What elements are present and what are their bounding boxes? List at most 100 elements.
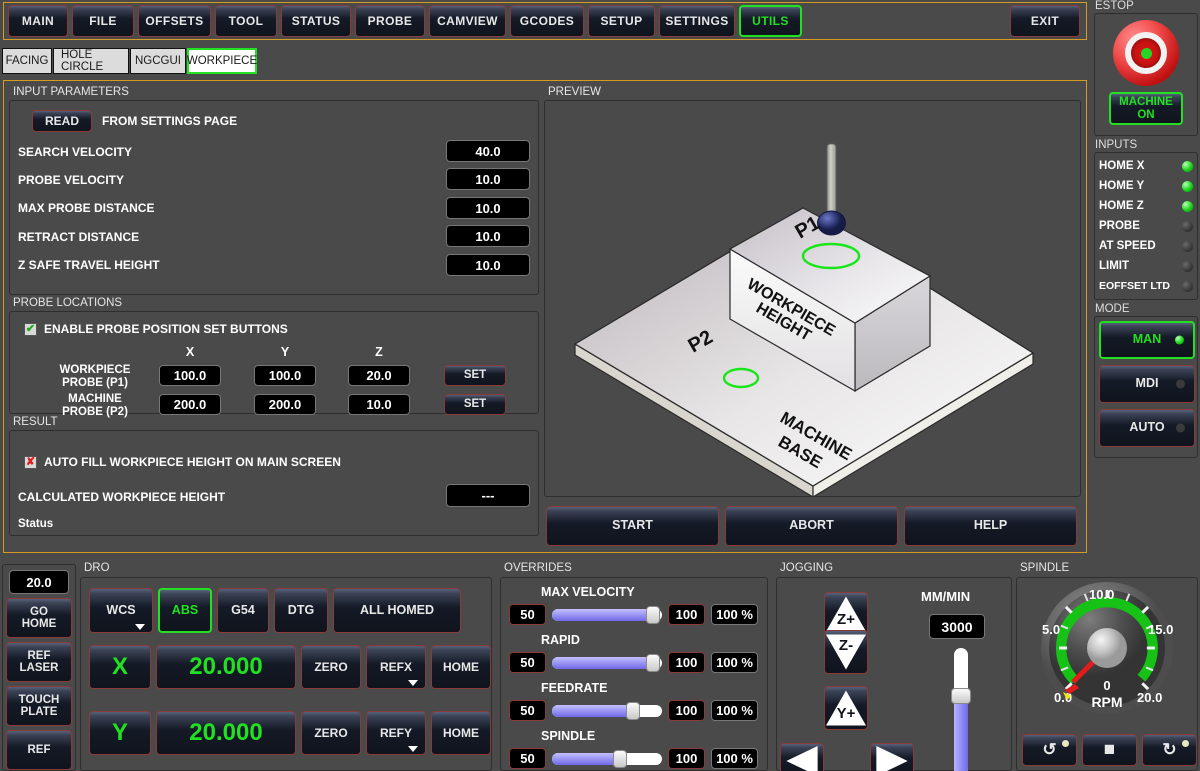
spindle-slider[interactable] bbox=[552, 753, 662, 765]
go-home-button[interactable]: GOHOME bbox=[6, 598, 72, 638]
axis-y-value[interactable]: 20.000 bbox=[156, 711, 296, 755]
nav-tab-label: STATUS bbox=[292, 15, 341, 28]
enable-probe-set-checkbox[interactable]: ✔ bbox=[24, 323, 37, 336]
feedrate-max-field[interactable]: 100 bbox=[668, 700, 705, 721]
nav-tab-status[interactable]: STATUS bbox=[281, 5, 351, 37]
subtab-workpiece[interactable]: WORKPIECE bbox=[187, 48, 257, 74]
feedrate-min-field[interactable]: 50 bbox=[509, 700, 546, 721]
feedrate-slider[interactable] bbox=[552, 705, 662, 717]
axis-x-ref-button[interactable]: REFX bbox=[366, 645, 426, 689]
p2-y-field[interactable]: 200.0 bbox=[254, 394, 316, 415]
p2-x-field[interactable]: 200.0 bbox=[159, 394, 221, 415]
spindle-min-field[interactable]: 50 bbox=[509, 748, 546, 769]
rapid-min-field[interactable]: 50 bbox=[509, 652, 546, 673]
mode-button-auto[interactable]: AUTO bbox=[1099, 409, 1195, 447]
nav-tab-camview[interactable]: CAMVIEW bbox=[429, 5, 506, 37]
jog-rate-slider[interactable] bbox=[954, 648, 968, 771]
jog-x-minus-button[interactable] bbox=[780, 743, 824, 771]
rapid-slider[interactable] bbox=[552, 657, 662, 669]
jog-y-plus-button[interactable]: Y+ bbox=[824, 686, 868, 730]
p1-y-field[interactable]: 100.0 bbox=[254, 365, 316, 386]
result-group: ✘ AUTO FILL WORKPIECE HEIGHT ON MAIN SCR… bbox=[9, 430, 539, 536]
gauge-tick-5: 5.0 bbox=[1042, 622, 1060, 637]
p2-z-field[interactable]: 10.0 bbox=[348, 394, 410, 415]
dro-abs-button[interactable]: ABS bbox=[158, 588, 212, 633]
ref-laser-button[interactable]: REFLASER bbox=[6, 642, 72, 682]
field-value: 50 bbox=[520, 703, 534, 718]
max-velocity-max-field[interactable]: 100 bbox=[668, 604, 705, 625]
jog-z-minus-button[interactable]: Z- bbox=[824, 630, 868, 674]
field-max-probe-distance[interactable]: 10.0 bbox=[446, 197, 530, 219]
spindle-cw-button[interactable]: ↻ bbox=[1142, 734, 1197, 766]
nav-tab-file[interactable]: FILE bbox=[72, 5, 134, 37]
tool-offset-field[interactable]: 20.0 bbox=[9, 570, 69, 594]
input-status-label: LIMIT bbox=[1099, 260, 1129, 272]
field-value: 100 bbox=[676, 655, 698, 670]
input-status-at-speed: AT SPEED bbox=[1099, 236, 1193, 256]
jog-slider-knob[interactable] bbox=[951, 688, 971, 704]
autofill-checkbox[interactable]: ✘ bbox=[24, 456, 37, 469]
field-value: 50 bbox=[520, 607, 534, 622]
input-status-label: AT SPEED bbox=[1099, 240, 1156, 252]
axis-y-letter[interactable]: Y bbox=[89, 711, 151, 755]
axis-y-home-button[interactable]: HOME bbox=[431, 711, 491, 755]
exit-button[interactable]: EXIT bbox=[1010, 5, 1080, 37]
subtab-hole-circle[interactable]: HOLE CIRCLE bbox=[53, 48, 129, 74]
axis-x-letter[interactable]: X bbox=[89, 645, 151, 689]
utils-subtab-bar: FACING HOLE CIRCLE NGCGUI WORKPIECE bbox=[2, 48, 258, 74]
axis-x-zero-button[interactable]: ZERO bbox=[301, 645, 361, 689]
subtab-facing[interactable]: FACING bbox=[2, 48, 52, 74]
dro-g54-button[interactable]: G54 bbox=[217, 588, 269, 633]
rapid-max-field[interactable]: 100 bbox=[668, 652, 705, 673]
start-button[interactable]: START bbox=[546, 506, 719, 546]
axis-y-ref-button[interactable]: REFY bbox=[366, 711, 426, 755]
subtab-label: NGCGUI bbox=[135, 55, 181, 67]
subtab-ngcgui[interactable]: NGCGUI bbox=[130, 48, 186, 74]
estop-button-icon[interactable] bbox=[1113, 20, 1179, 86]
p1-x-field[interactable]: 100.0 bbox=[159, 365, 221, 386]
read-settings-button[interactable]: READ bbox=[32, 110, 92, 132]
rapid-percent: 100 % bbox=[711, 652, 758, 673]
axis-y-zero-button[interactable]: ZERO bbox=[301, 711, 361, 755]
p2-set-button[interactable]: SET bbox=[444, 394, 506, 415]
axis-x-home-button[interactable]: HOME bbox=[431, 645, 491, 689]
spindle-max-field[interactable]: 100 bbox=[668, 748, 705, 769]
field-retract-distance[interactable]: 10.0 bbox=[446, 225, 530, 247]
max-velocity-min-field[interactable]: 50 bbox=[509, 604, 546, 625]
nav-tab-probe[interactable]: PROBE bbox=[355, 5, 425, 37]
p1-z-field[interactable]: 20.0 bbox=[348, 365, 410, 386]
nav-tab-offsets[interactable]: OFFSETS bbox=[138, 5, 211, 37]
dro-all-homed-button[interactable]: ALL HOMED bbox=[333, 588, 461, 633]
field-probe-velocity[interactable]: 10.0 bbox=[446, 168, 530, 190]
spindle-ccw-button[interactable]: ↺ bbox=[1022, 734, 1077, 766]
machine-on-button[interactable]: MACHINE ON bbox=[1109, 92, 1183, 125]
help-button[interactable]: HELP bbox=[904, 506, 1077, 546]
field-value: 10.0 bbox=[475, 172, 500, 187]
axis-x-value[interactable]: 20.000 bbox=[156, 645, 296, 689]
jog-rate-field[interactable]: 3000 bbox=[929, 614, 985, 639]
nav-tab-gcodes[interactable]: GCODES bbox=[510, 5, 584, 37]
nav-tab-tool[interactable]: TOOL bbox=[215, 5, 277, 37]
dro-wcs-button[interactable]: WCS bbox=[89, 588, 153, 633]
gauge-tick-15: 15.0 bbox=[1148, 622, 1173, 637]
dro-dtg-button[interactable]: DTG bbox=[274, 588, 328, 633]
nav-tab-main[interactable]: MAIN bbox=[8, 5, 68, 37]
enable-probe-set-row[interactable]: ✔ ENABLE PROBE POSITION SET BUTTONS bbox=[24, 322, 288, 336]
spindle-stop-button[interactable]: ■ bbox=[1082, 734, 1137, 766]
nav-tab-setup[interactable]: SETUP bbox=[588, 5, 655, 37]
touch-plate-button[interactable]: TOUCHPLATE bbox=[6, 686, 72, 726]
max-velocity-slider[interactable] bbox=[552, 609, 662, 621]
jog-label: Z- bbox=[839, 638, 853, 654]
field-search-velocity[interactable]: 40.0 bbox=[446, 140, 530, 162]
ref-button[interactable]: REF bbox=[6, 730, 72, 770]
autofill-row[interactable]: ✘ AUTO FILL WORKPIECE HEIGHT ON MAIN SCR… bbox=[24, 455, 341, 469]
field-z-safe-travel-height[interactable]: 10.0 bbox=[446, 254, 530, 276]
nav-tab-settings[interactable]: SETTINGS bbox=[659, 5, 735, 37]
p1-set-button[interactable]: SET bbox=[444, 365, 506, 386]
app-root: MAIN FILE OFFSETS TOOL STATUS PROBE CAMV… bbox=[0, 0, 1200, 771]
nav-tab-utils[interactable]: UTILS bbox=[739, 5, 802, 37]
mode-button-man[interactable]: MAN bbox=[1099, 321, 1195, 359]
mode-button-mdi[interactable]: MDI bbox=[1099, 365, 1195, 403]
jog-x-plus-button[interactable] bbox=[870, 743, 914, 771]
abort-button[interactable]: ABORT bbox=[725, 506, 898, 546]
